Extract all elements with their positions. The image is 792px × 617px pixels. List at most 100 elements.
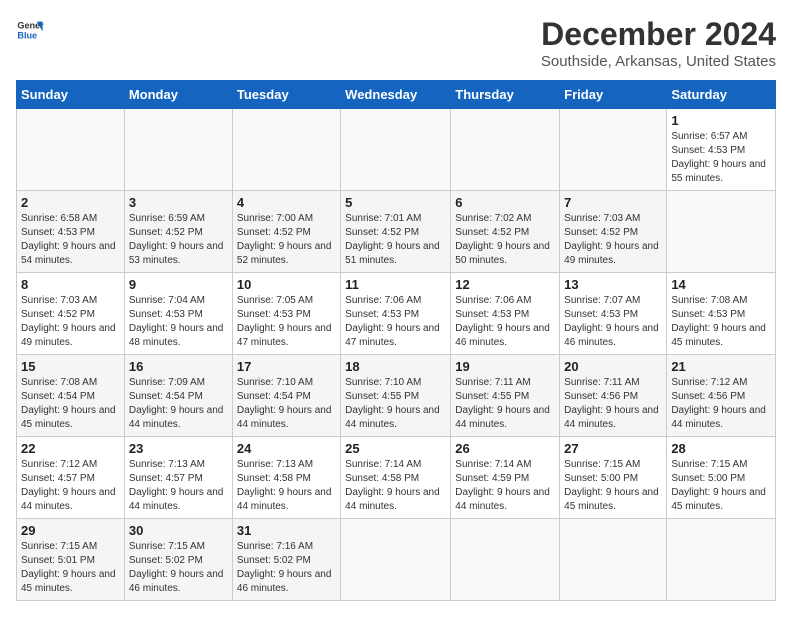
day-info: Sunrise: 7:12 AMSunset: 4:57 PMDaylight:… <box>21 459 116 512</box>
day-number: 6 <box>455 195 555 210</box>
day-cell-26: 26 Sunrise: 7:14 AMSunset: 4:59 PMDaylig… <box>451 437 560 519</box>
empty-cell <box>124 109 232 191</box>
day-cell-7: 7 Sunrise: 7:03 AMSunset: 4:52 PMDayligh… <box>560 191 667 273</box>
day-cell-8: 8 Sunrise: 7:03 AMSunset: 4:52 PMDayligh… <box>17 273 125 355</box>
calendar-week-5: 22 Sunrise: 7:12 AMSunset: 4:57 PMDaylig… <box>17 437 776 519</box>
main-title: December 2024 <box>541 16 776 53</box>
day-info: Sunrise: 7:15 AMSunset: 5:02 PMDaylight:… <box>129 541 224 594</box>
day-number: 7 <box>564 195 662 210</box>
day-cell-29: 29 Sunrise: 7:15 AMSunset: 5:01 PMDaylig… <box>17 519 125 601</box>
day-cell-10: 10 Sunrise: 7:05 AMSunset: 4:53 PMDaylig… <box>232 273 340 355</box>
day-info: Sunrise: 7:07 AMSunset: 4:53 PMDaylight:… <box>564 295 659 348</box>
day-number: 8 <box>21 277 120 292</box>
empty-cell <box>451 519 560 601</box>
day-info: Sunrise: 7:09 AMSunset: 4:54 PMDaylight:… <box>129 377 224 430</box>
header-day-sunday: Sunday <box>17 81 125 109</box>
day-cell-3: 3 Sunrise: 6:59 AMSunset: 4:52 PMDayligh… <box>124 191 232 273</box>
day-info: Sunrise: 7:13 AMSunset: 4:58 PMDaylight:… <box>237 459 332 512</box>
day-info: Sunrise: 7:11 AMSunset: 4:56 PMDaylight:… <box>564 377 659 430</box>
day-info: Sunrise: 7:15 AMSunset: 5:00 PMDaylight:… <box>671 459 766 512</box>
day-cell-24: 24 Sunrise: 7:13 AMSunset: 4:58 PMDaylig… <box>232 437 340 519</box>
day-cell-9: 9 Sunrise: 7:04 AMSunset: 4:53 PMDayligh… <box>124 273 232 355</box>
logo-icon: General Blue <box>16 16 44 44</box>
day-number: 11 <box>345 277 446 292</box>
day-number: 1 <box>671 113 771 128</box>
day-info: Sunrise: 7:05 AMSunset: 4:53 PMDaylight:… <box>237 295 332 348</box>
day-number: 17 <box>237 359 336 374</box>
day-info: Sunrise: 7:06 AMSunset: 4:53 PMDaylight:… <box>345 295 440 348</box>
empty-cell <box>451 109 560 191</box>
empty-cell <box>232 109 340 191</box>
calendar-week-4: 15 Sunrise: 7:08 AMSunset: 4:54 PMDaylig… <box>17 355 776 437</box>
day-number: 26 <box>455 441 555 456</box>
calendar-week-2: 2 Sunrise: 6:58 AMSunset: 4:53 PMDayligh… <box>17 191 776 273</box>
header-day-saturday: Saturday <box>667 81 776 109</box>
day-number: 24 <box>237 441 336 456</box>
day-number: 3 <box>129 195 228 210</box>
day-info: Sunrise: 7:10 AMSunset: 4:54 PMDaylight:… <box>237 377 332 430</box>
day-cell-28: 28 Sunrise: 7:15 AMSunset: 5:00 PMDaylig… <box>667 437 776 519</box>
day-cell-19: 19 Sunrise: 7:11 AMSunset: 4:55 PMDaylig… <box>451 355 560 437</box>
header-day-wednesday: Wednesday <box>341 81 451 109</box>
calendar-week-6: 29 Sunrise: 7:15 AMSunset: 5:01 PMDaylig… <box>17 519 776 601</box>
empty-cell <box>560 109 667 191</box>
day-cell-31: 31 Sunrise: 7:16 AMSunset: 5:02 PMDaylig… <box>232 519 340 601</box>
day-info: Sunrise: 7:11 AMSunset: 4:55 PMDaylight:… <box>455 377 550 430</box>
subtitle: Southside, Arkansas, United States <box>541 53 776 70</box>
day-info: Sunrise: 7:15 AMSunset: 5:01 PMDaylight:… <box>21 541 116 594</box>
day-number: 16 <box>129 359 228 374</box>
day-cell-6: 6 Sunrise: 7:02 AMSunset: 4:52 PMDayligh… <box>451 191 560 273</box>
day-cell-20: 20 Sunrise: 7:11 AMSunset: 4:56 PMDaylig… <box>560 355 667 437</box>
empty-cell <box>667 519 776 601</box>
day-info: Sunrise: 7:08 AMSunset: 4:53 PMDaylight:… <box>671 295 766 348</box>
logo: General Blue <box>16 16 44 44</box>
day-number: 9 <box>129 277 228 292</box>
day-number: 13 <box>564 277 662 292</box>
header-day-tuesday: Tuesday <box>232 81 340 109</box>
day-number: 22 <box>21 441 120 456</box>
day-number: 18 <box>345 359 446 374</box>
day-info: Sunrise: 7:15 AMSunset: 5:00 PMDaylight:… <box>564 459 659 512</box>
day-number: 27 <box>564 441 662 456</box>
day-number: 5 <box>345 195 446 210</box>
day-number: 14 <box>671 277 771 292</box>
calendar-week-3: 8 Sunrise: 7:03 AMSunset: 4:52 PMDayligh… <box>17 273 776 355</box>
svg-text:Blue: Blue <box>17 30 37 40</box>
day-info: Sunrise: 6:57 AMSunset: 4:53 PMDaylight:… <box>671 131 766 184</box>
empty-cell <box>341 109 451 191</box>
day-info: Sunrise: 7:14 AMSunset: 4:59 PMDaylight:… <box>455 459 550 512</box>
empty-cell <box>341 519 451 601</box>
day-info: Sunrise: 7:06 AMSunset: 4:53 PMDaylight:… <box>455 295 550 348</box>
day-info: Sunrise: 7:02 AMSunset: 4:52 PMDaylight:… <box>455 213 550 266</box>
day-number: 19 <box>455 359 555 374</box>
header-day-friday: Friday <box>560 81 667 109</box>
day-cell-27: 27 Sunrise: 7:15 AMSunset: 5:00 PMDaylig… <box>560 437 667 519</box>
day-number: 12 <box>455 277 555 292</box>
day-number: 28 <box>671 441 771 456</box>
day-info: Sunrise: 7:13 AMSunset: 4:57 PMDaylight:… <box>129 459 224 512</box>
header-row: SundayMondayTuesdayWednesdayThursdayFrid… <box>17 81 776 109</box>
empty-cell <box>667 191 776 273</box>
day-number: 15 <box>21 359 120 374</box>
day-number: 25 <box>345 441 446 456</box>
day-info: Sunrise: 7:03 AMSunset: 4:52 PMDaylight:… <box>21 295 116 348</box>
day-info: Sunrise: 7:16 AMSunset: 5:02 PMDaylight:… <box>237 541 332 594</box>
header-day-thursday: Thursday <box>451 81 560 109</box>
day-cell-16: 16 Sunrise: 7:09 AMSunset: 4:54 PMDaylig… <box>124 355 232 437</box>
calendar-table: SundayMondayTuesdayWednesdayThursdayFrid… <box>16 80 776 601</box>
day-info: Sunrise: 6:59 AMSunset: 4:52 PMDaylight:… <box>129 213 224 266</box>
day-info: Sunrise: 7:10 AMSunset: 4:55 PMDaylight:… <box>345 377 440 430</box>
day-info: Sunrise: 7:01 AMSunset: 4:52 PMDaylight:… <box>345 213 440 266</box>
day-info: Sunrise: 7:04 AMSunset: 4:53 PMDaylight:… <box>129 295 224 348</box>
day-number: 30 <box>129 523 228 538</box>
day-number: 31 <box>237 523 336 538</box>
day-info: Sunrise: 6:58 AMSunset: 4:53 PMDaylight:… <box>21 213 116 266</box>
calendar-body: 1 Sunrise: 6:57 AMSunset: 4:53 PMDayligh… <box>17 109 776 601</box>
calendar-header: SundayMondayTuesdayWednesdayThursdayFrid… <box>17 81 776 109</box>
day-cell-18: 18 Sunrise: 7:10 AMSunset: 4:55 PMDaylig… <box>341 355 451 437</box>
day-cell-30: 30 Sunrise: 7:15 AMSunset: 5:02 PMDaylig… <box>124 519 232 601</box>
day-cell-5: 5 Sunrise: 7:01 AMSunset: 4:52 PMDayligh… <box>341 191 451 273</box>
day-info: Sunrise: 7:03 AMSunset: 4:52 PMDaylight:… <box>564 213 659 266</box>
day-number: 29 <box>21 523 120 538</box>
day-number: 4 <box>237 195 336 210</box>
